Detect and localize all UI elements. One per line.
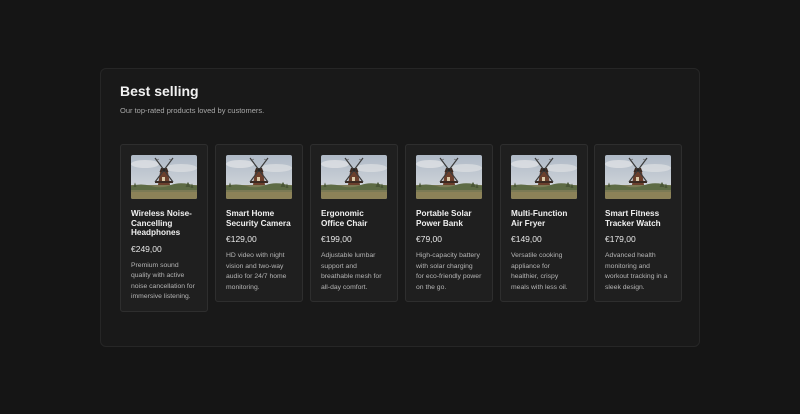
- windmill-photo-icon: [416, 155, 482, 199]
- product-card[interactable]: Smart Fitness Tracker Watch €179,00 Adva…: [594, 144, 682, 303]
- product-image[interactable]: [131, 155, 197, 199]
- windmill-photo-icon: [321, 155, 387, 199]
- product-image[interactable]: [321, 155, 387, 199]
- product-price: €129,00: [226, 234, 257, 244]
- product-description: Premium sound quality with active noise …: [131, 261, 195, 301]
- product-description: Adjustable lumbar support and breathable…: [321, 252, 382, 291]
- product-name[interactable]: Multi-Function Air Fryer: [511, 209, 577, 228]
- product-name[interactable]: Wireless Noise-Cancelling Headphones: [131, 209, 197, 238]
- product-image[interactable]: [416, 155, 482, 199]
- product-description: Advanced health monitoring and workout t…: [605, 252, 668, 291]
- product-description: Versatile cooking appliance for healthie…: [511, 252, 568, 291]
- product-card[interactable]: Multi-Function Air Fryer €149,00 Versati…: [500, 144, 588, 303]
- best-selling-section: Best selling Our top-rated products love…: [100, 68, 700, 347]
- product-name[interactable]: Ergonomic Office Chair: [321, 209, 387, 228]
- product-price: €249,00: [131, 243, 162, 254]
- section-subtitle: Our top-rated products loved by customer…: [120, 106, 265, 115]
- product-price: €79,00: [416, 234, 442, 244]
- product-description: HD video with night vision and two-way a…: [226, 252, 287, 291]
- product-card[interactable]: Wireless Noise-Cancelling Headphones €24…: [120, 144, 208, 312]
- product-image[interactable]: [226, 155, 292, 199]
- product-name[interactable]: Portable Solar Power Bank: [416, 209, 482, 228]
- product-price: €199,00: [321, 234, 352, 244]
- product-name[interactable]: Smart Home Security Camera: [226, 209, 292, 228]
- product-name[interactable]: Smart Fitness Tracker Watch: [605, 209, 671, 228]
- windmill-photo-icon: [605, 155, 671, 199]
- product-price: €179,00: [605, 234, 636, 244]
- product-card[interactable]: Smart Home Security Camera €129,00 HD vi…: [215, 144, 303, 303]
- section-title: Best selling: [120, 83, 199, 99]
- product-card[interactable]: Ergonomic Office Chair €199,00 Adjustabl…: [310, 144, 398, 303]
- product-card[interactable]: Portable Solar Power Bank €79,00 High-ca…: [405, 144, 493, 303]
- windmill-photo-icon: [226, 155, 292, 199]
- windmill-photo-icon: [131, 155, 197, 199]
- product-description: High-capacity battery with solar chargin…: [416, 252, 482, 291]
- product-image[interactable]: [511, 155, 577, 199]
- product-price: €149,00: [511, 234, 542, 244]
- windmill-photo-icon: [511, 155, 577, 199]
- product-image[interactable]: [605, 155, 671, 199]
